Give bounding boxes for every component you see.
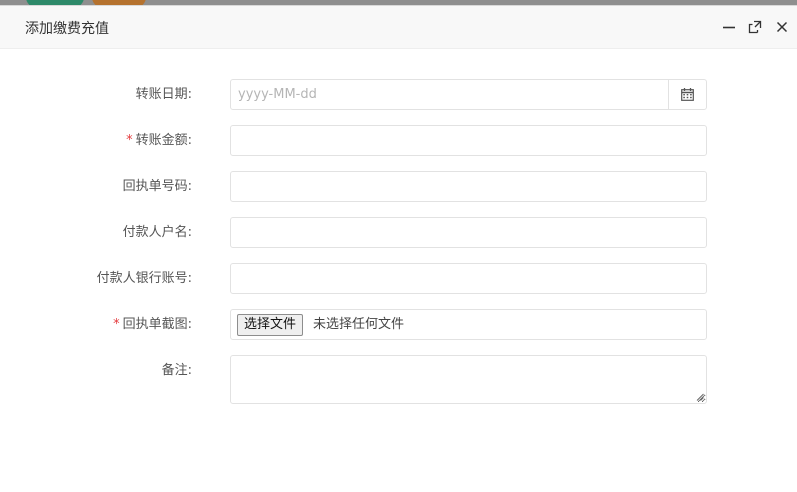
payer-name-field bbox=[230, 217, 707, 248]
required-mark: * bbox=[113, 317, 120, 332]
payer-name-label: 付款人户名: bbox=[122, 225, 192, 240]
calendar-icon bbox=[681, 88, 694, 101]
payer-account-input[interactable] bbox=[231, 264, 706, 293]
transfer-date-input[interactable] bbox=[231, 80, 669, 109]
choose-file-button[interactable]: 选择文件 bbox=[237, 314, 304, 336]
file-status-text: 未选择任何文件 bbox=[313, 317, 405, 332]
minimize-button[interactable] bbox=[721, 19, 737, 35]
minimize-icon bbox=[723, 26, 735, 29]
remark-label: 备注: bbox=[161, 363, 192, 378]
calendar-button[interactable] bbox=[668, 80, 706, 109]
form-row-receipt-no: 回执单号码: bbox=[0, 171, 797, 202]
close-icon bbox=[776, 21, 788, 33]
receipt-no-input[interactable] bbox=[231, 172, 706, 201]
payer-name-input[interactable] bbox=[231, 218, 706, 247]
resize-grip-icon[interactable] bbox=[696, 393, 704, 401]
required-mark: * bbox=[126, 133, 133, 148]
remark-textarea[interactable] bbox=[231, 356, 706, 403]
payer-account-field bbox=[230, 263, 707, 294]
receipt-no-field bbox=[230, 171, 707, 202]
maximize-button[interactable] bbox=[747, 19, 763, 35]
receipt-no-label: 回执单号码: bbox=[122, 179, 192, 194]
dialog-title: 添加缴费充值 bbox=[25, 21, 109, 37]
receipt-image-label: * 回执单截图: bbox=[113, 317, 192, 332]
form-row-payer-name: 付款人户名: bbox=[0, 217, 797, 248]
dialog-titlebar: 添加缴费充值 bbox=[0, 6, 797, 49]
form-row-remark: 备注: bbox=[0, 355, 797, 404]
close-button[interactable] bbox=[774, 19, 790, 35]
form-row-receipt-image: * 回执单截图: 选择文件 未选择任何文件 bbox=[0, 309, 797, 340]
transfer-date-label: 转账日期: bbox=[135, 87, 192, 102]
transfer-date-field bbox=[230, 79, 707, 110]
form-row-transfer-date: 转账日期: bbox=[0, 79, 797, 110]
add-payment-dialog: 添加缴费充值 转账日期: yyyy-MM-dd * 转账金额: 回执单号码: 付… bbox=[0, 5, 797, 492]
form-row-payer-account: 付款人银行账号: bbox=[0, 263, 797, 294]
maximize-icon bbox=[748, 20, 762, 34]
receipt-image-field: 选择文件 未选择任何文件 bbox=[230, 309, 707, 340]
form-row-amount: * 转账金额: bbox=[0, 125, 797, 156]
amount-input[interactable] bbox=[231, 126, 706, 155]
amount-field bbox=[230, 125, 707, 156]
payer-account-label: 付款人银行账号: bbox=[96, 271, 192, 286]
amount-label: * 转账金额: bbox=[126, 133, 192, 148]
remark-field bbox=[230, 355, 707, 404]
